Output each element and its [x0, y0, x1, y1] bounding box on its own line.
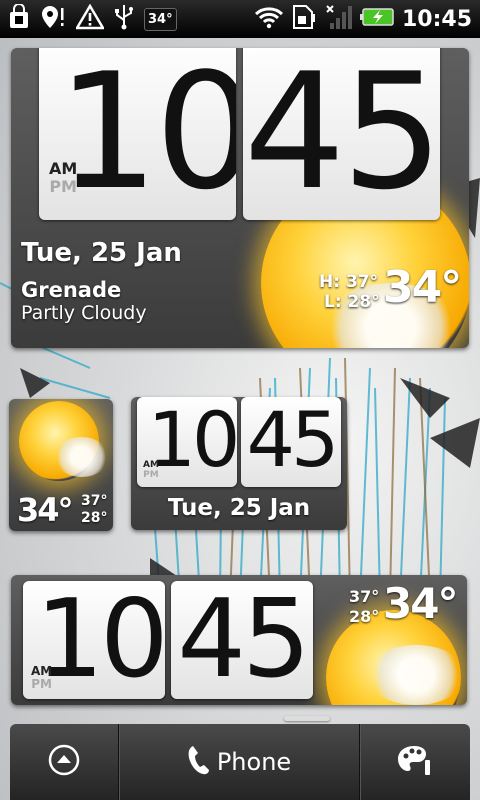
- status-bar: 34° 10:45: [0, 0, 480, 38]
- no-signal-icon: [324, 3, 352, 35]
- warning-icon: [74, 3, 106, 34]
- weather-widget-small[interactable]: 34° 37° 28°: [9, 399, 113, 531]
- am-pm-indicator: AM PM: [49, 160, 77, 195]
- cloud-icon: [366, 645, 466, 705]
- hour-digits: 10: [35, 581, 165, 699]
- location-pin-icon: [40, 4, 66, 34]
- widget-date: Tue, 25 Jan: [167, 495, 311, 521]
- widget-date: Tue, 25 Jan: [21, 238, 182, 268]
- current-temp: 34°: [383, 262, 462, 313]
- minute-digits: 45: [246, 397, 340, 484]
- battery-charging-icon: [359, 7, 394, 31]
- cloud-icon: [54, 437, 109, 477]
- minute-digits: 45: [243, 48, 440, 220]
- app-drawer-button[interactable]: [10, 724, 118, 800]
- phone-button[interactable]: Phone: [119, 724, 359, 800]
- minute-digits: 45: [177, 581, 310, 699]
- status-temperature: 34°: [144, 7, 177, 31]
- status-time: 10:45: [401, 6, 472, 32]
- minute-card: 45: [243, 48, 440, 220]
- widget-city[interactable]: Grenade: [21, 278, 121, 302]
- pm-label: PM: [49, 176, 77, 196]
- wifi-icon: [254, 5, 284, 33]
- pm-label: PM: [143, 469, 159, 480]
- current-temp: 34°: [383, 579, 458, 628]
- hour-card: 10 AM PM: [23, 581, 165, 699]
- low-temp: L: 28°: [324, 292, 380, 312]
- personalize-button[interactable]: [360, 724, 468, 800]
- high-temp: H: 37°: [319, 272, 379, 292]
- hour-digits: 10: [147, 397, 237, 484]
- am-label: AM: [49, 159, 78, 178]
- am-pm-indicator: AM PM: [143, 460, 159, 481]
- clock-weather-widget-wide[interactable]: 10 AM PM 45 37° 28° 34°: [11, 575, 467, 705]
- hour-card: 10 AM PM: [137, 397, 237, 487]
- hour-digits: 10: [57, 48, 236, 220]
- app-drawer-up-icon: [47, 743, 81, 781]
- clock-weather-widget-large[interactable]: 10 AM PM 45 Tue, 25 Jan Grenade Partly C…: [11, 48, 469, 348]
- phone-label: Phone: [216, 748, 292, 776]
- pm-label: PM: [31, 677, 52, 692]
- shopping-bag-icon: [8, 3, 30, 34]
- usb-icon: [114, 4, 134, 34]
- am-pm-indicator: AM PM: [31, 664, 52, 692]
- high-temp: 37°: [349, 587, 380, 606]
- sim-card-icon: [292, 4, 316, 34]
- clock-widget-medium[interactable]: 10 AM PM 45 Tue, 25 Jan: [131, 397, 347, 530]
- bottom-dock: Phone: [10, 724, 470, 800]
- dock-handle[interactable]: [284, 716, 330, 721]
- current-temp: 34°: [17, 491, 74, 529]
- minute-card: 45: [241, 397, 341, 487]
- minute-card: 45: [171, 581, 313, 699]
- hour-card: 10 AM PM: [39, 48, 236, 220]
- phone-icon: [187, 744, 211, 780]
- high-temp: 37°: [81, 493, 108, 509]
- widget-condition: Partly Cloudy: [21, 302, 147, 324]
- personalize-icon: [396, 743, 432, 781]
- low-temp: 28°: [349, 607, 380, 626]
- low-temp: 28°: [81, 510, 108, 526]
